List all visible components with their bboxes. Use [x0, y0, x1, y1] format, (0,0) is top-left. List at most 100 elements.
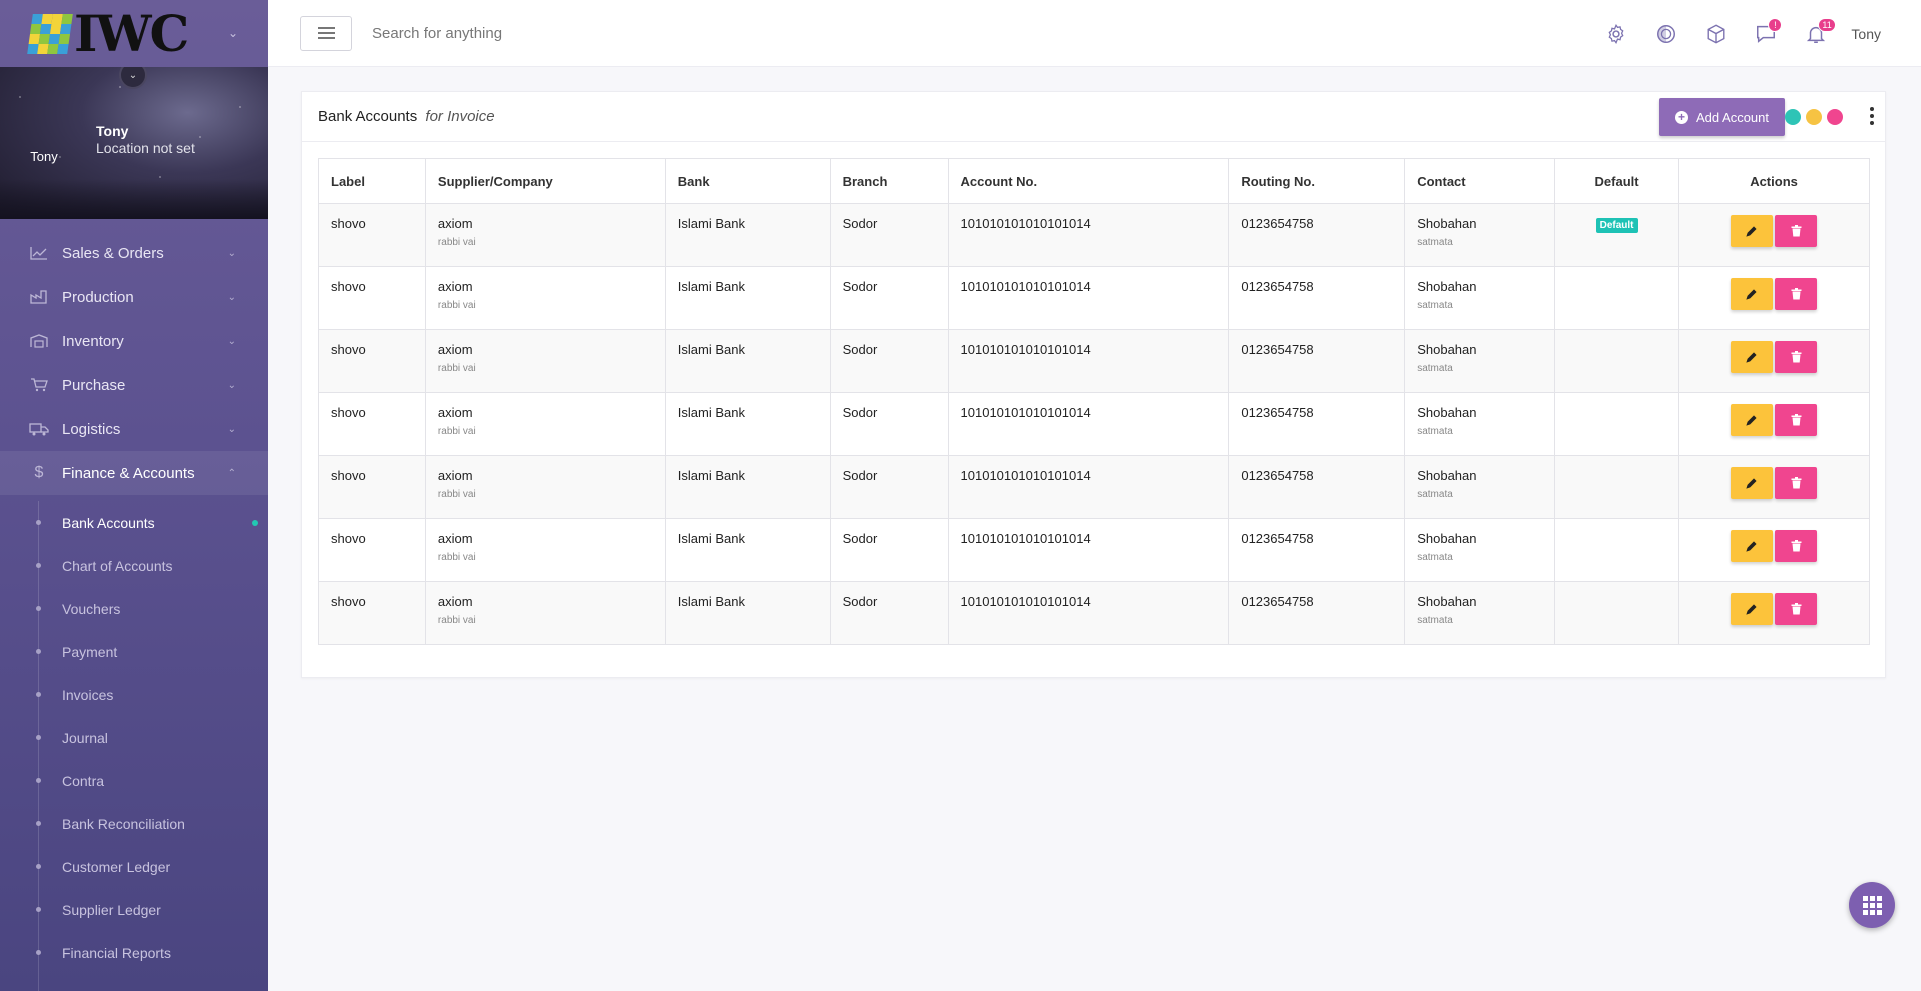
- cell-supplier: axiom rabbi vai: [424, 266, 666, 330]
- page-title: Bank Accounts for Invoice: [318, 108, 495, 125]
- sidebar-subitem-financial-reports[interactable]: Financial Reports: [0, 931, 268, 974]
- avatar[interactable]: Tony: [22, 134, 66, 178]
- trash-icon: [1791, 414, 1802, 426]
- cell-bank: Islami Bank: [677, 594, 745, 609]
- cell-account: 101010101010101014: [960, 594, 1091, 609]
- cell-branch: Sodor: [842, 279, 878, 294]
- edit-button[interactable]: [1731, 467, 1774, 499]
- sidebar-subitem-supplier-ledger[interactable]: Supplier Ledger: [0, 888, 268, 931]
- chevron-down-icon[interactable]: ⌄: [228, 26, 238, 40]
- cell-supplier: axiom rabbi vai: [424, 329, 666, 393]
- search-input[interactable]: [372, 24, 772, 42]
- column-header[interactable]: Contact: [1404, 158, 1556, 204]
- apps-fab-button[interactable]: [1849, 882, 1895, 928]
- sidebar-subitem-invoices[interactable]: Invoices: [0, 673, 268, 716]
- cell-label: shovo: [318, 203, 426, 267]
- table-row[interactable]: shovo axiom rabbi vai Islami Bank Sodor 1…: [318, 581, 1870, 645]
- add-account-button[interactable]: + Add Account: [1659, 98, 1785, 136]
- sidebar-item-sales-orders[interactable]: Sales & Orders ⌄: [0, 231, 268, 275]
- sidebar-subitem-customer-ledger[interactable]: Customer Ledger: [0, 845, 268, 888]
- cell-branch: Sodor: [842, 468, 878, 483]
- sidebar-subitem-bank-reconciliation[interactable]: Bank Reconciliation: [0, 802, 268, 845]
- brand-name: IWC: [74, 3, 189, 63]
- sidebar-item-production[interactable]: Production ⌄: [0, 275, 268, 319]
- cube-icon[interactable]: [1691, 0, 1741, 67]
- edit-button[interactable]: [1731, 530, 1774, 562]
- sidebar-subitem-journal[interactable]: Journal: [0, 716, 268, 759]
- cell-routing: 0123654758: [1241, 594, 1314, 609]
- cell-routing: 0123654758: [1241, 279, 1314, 294]
- theme-dot-pink[interactable]: [1827, 109, 1843, 125]
- column-header[interactable]: Account No.: [947, 158, 1230, 204]
- table-row[interactable]: shovo axiom rabbi vai Islami Bank Sodor 1…: [318, 266, 1870, 330]
- delete-button[interactable]: [1775, 215, 1818, 247]
- table-row[interactable]: shovo axiom rabbi vai Islami Bank Sodor 1…: [318, 203, 1870, 267]
- column-header[interactable]: Supplier/Company: [424, 158, 666, 204]
- chevron-down-icon: ⌄: [227, 247, 236, 259]
- more-options-icon[interactable]: [1869, 107, 1875, 125]
- edit-button[interactable]: [1731, 404, 1774, 436]
- brand-logo[interactable]: IWC ⌄: [0, 0, 268, 67]
- sidebar-subitem-label: Payment: [62, 643, 118, 660]
- sidebar-item-label: Sales & Orders: [62, 244, 164, 262]
- contrast-icon[interactable]: [1641, 0, 1691, 67]
- cell-branch: Sodor: [829, 203, 949, 267]
- cell-contact: Shobahan satmata: [1404, 329, 1556, 393]
- cell-default: [1554, 455, 1680, 519]
- gear-icon[interactable]: [1591, 0, 1641, 67]
- column-header[interactable]: Label: [318, 158, 426, 204]
- sidebar-subitem-vouchers[interactable]: Vouchers: [0, 587, 268, 630]
- cell-bank: Islami Bank: [664, 392, 831, 456]
- table-row[interactable]: shovo axiom rabbi vai Islami Bank Sodor 1…: [318, 455, 1870, 519]
- delete-button[interactable]: [1775, 278, 1818, 310]
- column-header[interactable]: Routing No.: [1228, 158, 1406, 204]
- sidebar-subitem-contra[interactable]: Contra: [0, 759, 268, 802]
- cell-bank: Islami Bank: [664, 203, 831, 267]
- finance-submenu: Bank Accounts Chart of Accounts Vouchers…: [0, 501, 268, 991]
- sidebar-subitem-chart-of-accounts[interactable]: Chart of Accounts: [0, 544, 268, 587]
- edit-button[interactable]: [1731, 593, 1774, 625]
- sidebar-item-purchase[interactable]: Purchase ⌄: [0, 363, 268, 407]
- sidebar-subitem-bank-accounts[interactable]: Bank Accounts: [0, 501, 268, 544]
- edit-button[interactable]: [1731, 341, 1774, 373]
- cell-label: shovo: [331, 342, 366, 357]
- sidebar-item-logistics[interactable]: Logistics ⌄: [0, 407, 268, 451]
- column-header[interactable]: Bank: [664, 158, 831, 204]
- chart-line-icon: [28, 245, 50, 261]
- cell-routing-no: 0123654758: [1228, 518, 1406, 582]
- theme-dot-teal[interactable]: [1785, 109, 1801, 125]
- column-header[interactable]: Branch: [829, 158, 949, 204]
- message-icon[interactable]: !: [1741, 0, 1791, 67]
- theme-dots: [1785, 109, 1843, 125]
- delete-button[interactable]: [1775, 467, 1818, 499]
- edit-button[interactable]: [1731, 215, 1774, 247]
- theme-dot-yellow[interactable]: [1806, 109, 1822, 125]
- cell-branch: Sodor: [842, 594, 878, 609]
- cell-label: shovo: [318, 392, 426, 456]
- edit-button[interactable]: [1731, 278, 1774, 310]
- profile-panel: ⌄ Tony Tony Location not set: [0, 67, 268, 219]
- delete-button[interactable]: [1775, 530, 1818, 562]
- delete-button[interactable]: [1775, 341, 1818, 373]
- delete-button[interactable]: [1775, 404, 1818, 436]
- grid-icon: [1862, 895, 1882, 915]
- cell-actions: [1678, 203, 1870, 267]
- table-row[interactable]: shovo axiom rabbi vai Islami Bank Sodor 1…: [318, 329, 1870, 393]
- cell-bank: Islami Bank: [664, 518, 831, 582]
- pencil-icon: [1746, 541, 1757, 552]
- pencil-icon: [1746, 352, 1757, 363]
- delete-button[interactable]: [1775, 593, 1818, 625]
- menu-toggle-button[interactable]: [300, 15, 352, 51]
- cell-label: shovo: [331, 279, 366, 294]
- sidebar-subitem-payment[interactable]: Payment: [0, 630, 268, 673]
- column-header[interactable]: Default: [1554, 158, 1680, 204]
- table-row[interactable]: shovo axiom rabbi vai Islami Bank Sodor 1…: [318, 518, 1870, 582]
- user-menu[interactable]: Tony: [1851, 26, 1881, 42]
- sidebar-item-finance-accounts[interactable]: $ Finance & Accounts ⌃: [0, 451, 268, 495]
- bell-icon[interactable]: 11: [1791, 0, 1841, 67]
- table-row[interactable]: shovo axiom rabbi vai Islami Bank Sodor 1…: [318, 392, 1870, 456]
- sidebar-item-inventory[interactable]: Inventory ⌄: [0, 319, 268, 363]
- cell-branch: Sodor: [829, 266, 949, 330]
- cell-supplier-sub: rabbi vai: [437, 615, 476, 626]
- cell-contact-sub: satmata: [1417, 363, 1453, 374]
